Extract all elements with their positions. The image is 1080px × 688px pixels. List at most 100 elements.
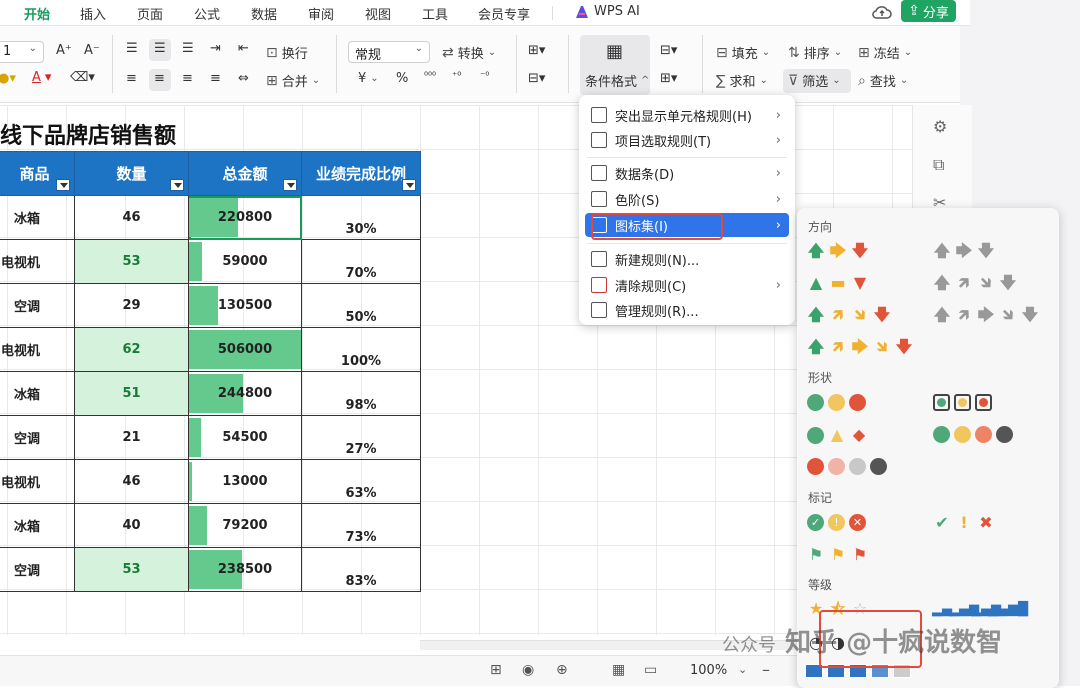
align-bottom-icon[interactable]: ☰ (182, 41, 194, 56)
icon-set-4-traffic-lights[interactable] (933, 426, 1013, 443)
cell-product[interactable]: 冰箱 (0, 503, 75, 548)
page-layout-icon[interactable]: ⊞ (490, 662, 502, 678)
cell-completion[interactable]: 30% (301, 195, 421, 240)
menu-item-data-bars[interactable]: 数据条(D) › (585, 161, 789, 185)
conditional-format-button[interactable]: 条件格式 ^ (585, 71, 649, 90)
cell-qty[interactable]: 46 (74, 459, 189, 504)
cell-product[interactable]: 电视机 (0, 239, 75, 284)
zoom-level[interactable]: 100% (690, 663, 727, 678)
menu-item-new-rule[interactable]: 新建规则(N)... (585, 247, 789, 271)
tab-insert[interactable]: 插入 (80, 4, 106, 23)
cell-product[interactable]: 空调 (0, 283, 75, 328)
icon-set-4-arrows-gray[interactable]: 🡅 🡵 🡶 🡇 (933, 274, 1017, 292)
normal-view-icon[interactable]: ▦ (612, 662, 625, 678)
cell-qty[interactable]: 46 (74, 195, 189, 240)
export-icon[interactable]: ⧉ (933, 155, 944, 175)
cell-product[interactable]: 电视机 (0, 459, 75, 504)
tab-view[interactable]: 视图 (365, 4, 391, 23)
align-center-icon[interactable]: ≡ (154, 71, 165, 86)
highlight-icon[interactable]: ●▾ (0, 71, 16, 86)
cell-completion[interactable]: 100% (301, 327, 421, 372)
icon-set-3-arrows-gray[interactable]: 🡅 🡆 🡇 (933, 242, 995, 260)
increase-decimal-icon[interactable]: ⁺⁰ (452, 71, 461, 82)
justify-icon[interactable]: ≡ (210, 71, 221, 86)
cell-amount[interactable]: 59000 (188, 239, 302, 284)
tab-wps-ai[interactable]: WPS AI (575, 4, 640, 19)
cell-completion[interactable]: 63% (301, 459, 421, 504)
font-grow-icon[interactable]: A⁺ (56, 43, 72, 58)
cell-completion[interactable]: 70% (301, 239, 421, 284)
header-qty[interactable]: 数量 (74, 151, 189, 196)
header-completion[interactable]: 业绩完成比例 (301, 151, 421, 196)
cell-amount[interactable]: 244800 (188, 371, 302, 416)
cell-amount[interactable]: 54500 (188, 415, 302, 460)
chevron-down-icon[interactable]: ⌄ (738, 663, 747, 676)
freeze-button[interactable]: ⊞ 冻结 ⌄ (858, 43, 912, 63)
outdent-icon[interactable]: ⇤ (238, 41, 249, 56)
cell-product[interactable]: 空调 (0, 415, 75, 460)
crosshair-icon[interactable]: ⊕ (556, 662, 568, 678)
cell-qty[interactable]: 40 (74, 503, 189, 548)
border-icon[interactable]: ⊞▾ (660, 71, 677, 86)
settings-sliders-icon[interactable]: ⚙ (933, 117, 947, 136)
tab-page[interactable]: 页面 (137, 4, 163, 23)
filter-button[interactable]: ⊽ 筛选 ⌄ (788, 71, 841, 91)
cell-amount[interactable]: 130500 (188, 283, 302, 328)
icon-set-3-traffic-lights-rimmed[interactable] (933, 394, 992, 411)
menu-item-clear-rules[interactable]: 清除规则(C) › (585, 273, 789, 297)
cell-product[interactable]: 电视机 (0, 327, 75, 372)
icon-set-3-traffic-lights[interactable] (807, 394, 866, 411)
zoom-out-icon[interactable]: – (762, 660, 770, 679)
cell-qty[interactable]: 62 (74, 327, 189, 372)
cell-amount[interactable]: 506000 (188, 327, 302, 372)
sort-button[interactable]: ⇅ 排序 ⌄ (788, 43, 842, 63)
cell-amount[interactable]: 220800 (188, 195, 302, 240)
wrap-text-button[interactable]: ⊡ 换行 (266, 43, 308, 63)
icon-set-3-signs[interactable]: ▲ ◆ (807, 426, 868, 444)
menu-item-manage-rules[interactable]: 管理规则(R)... (585, 298, 789, 322)
distribute-icon[interactable]: ⇔ (238, 71, 249, 86)
header-amount[interactable]: 总金额 (188, 151, 302, 196)
font-color-icon[interactable]: A ▾ (32, 70, 51, 85)
cell-completion[interactable]: 98% (301, 371, 421, 416)
filter-dropdown-icon[interactable] (283, 179, 297, 191)
cell-completion[interactable]: 73% (301, 503, 421, 548)
merge-button[interactable]: ⊞ 合并 ⌄ (266, 71, 320, 91)
menu-item-highlight-rules[interactable]: 突出显示单元格规则(H) › (585, 103, 789, 127)
percent-button[interactable]: % (396, 71, 408, 86)
filter-dropdown-icon[interactable] (402, 179, 416, 191)
sum-button[interactable]: ∑ 求和 ⌄ (716, 71, 768, 91)
cell-qty[interactable]: 53 (74, 547, 189, 592)
align-middle-icon[interactable]: ☰ (154, 41, 166, 56)
icon-set-4-arrows-colored[interactable]: 🡅 🡵 🡶 🡇 (807, 306, 891, 324)
align-left-icon[interactable]: ≡ (126, 71, 137, 86)
cell-qty[interactable]: 29 (74, 283, 189, 328)
tab-data[interactable]: 数据 (251, 4, 277, 23)
filter-dropdown-icon[interactable] (170, 179, 184, 191)
icon-set-3-arrows-colored[interactable]: 🡅 🡆 🡇 (807, 242, 869, 260)
icon-set-3-symbols-circled[interactable]: ✓ ! ✕ (807, 514, 866, 531)
tab-formula[interactable]: 公式 (194, 4, 220, 23)
tab-review[interactable]: 审阅 (308, 4, 334, 23)
thousands-icon[interactable]: ⁰⁰⁰ (424, 71, 436, 82)
font-shrink-icon[interactable]: A⁻ (84, 43, 100, 58)
format-painter-icon[interactable]: ⊟▾ (660, 43, 677, 58)
cell-completion[interactable]: 50% (301, 283, 421, 328)
icon-set-5-arrows-colored[interactable]: 🡅 🡵 🡆 🡶 🡇 (807, 338, 913, 356)
cell-amount[interactable]: 79200 (188, 503, 302, 548)
tab-tools[interactable]: 工具 (422, 4, 448, 23)
cell-qty[interactable]: 51 (74, 371, 189, 416)
cell-qty[interactable]: 21 (74, 415, 189, 460)
share-button[interactable]: ⇪ 分享 (901, 0, 956, 22)
cell-amount[interactable]: 238500 (188, 547, 302, 592)
icon-set-3-triangles[interactable]: ▲ ▬ ▼ (807, 274, 869, 292)
filter-dropdown-icon[interactable] (56, 179, 70, 191)
tab-home[interactable]: 开始 (24, 4, 51, 29)
convert-button[interactable]: ⇄ 转换 ⌄ (442, 43, 496, 63)
indent-icon[interactable]: ⇥ (210, 41, 221, 56)
cell-product[interactable]: 冰箱 (0, 195, 75, 240)
cell-completion[interactable]: 27% (301, 415, 421, 460)
cell-product[interactable]: 空调 (0, 547, 75, 592)
eye-icon[interactable]: ◉ (522, 662, 534, 678)
menu-item-color-scales[interactable]: 色阶(S) › (585, 187, 789, 211)
